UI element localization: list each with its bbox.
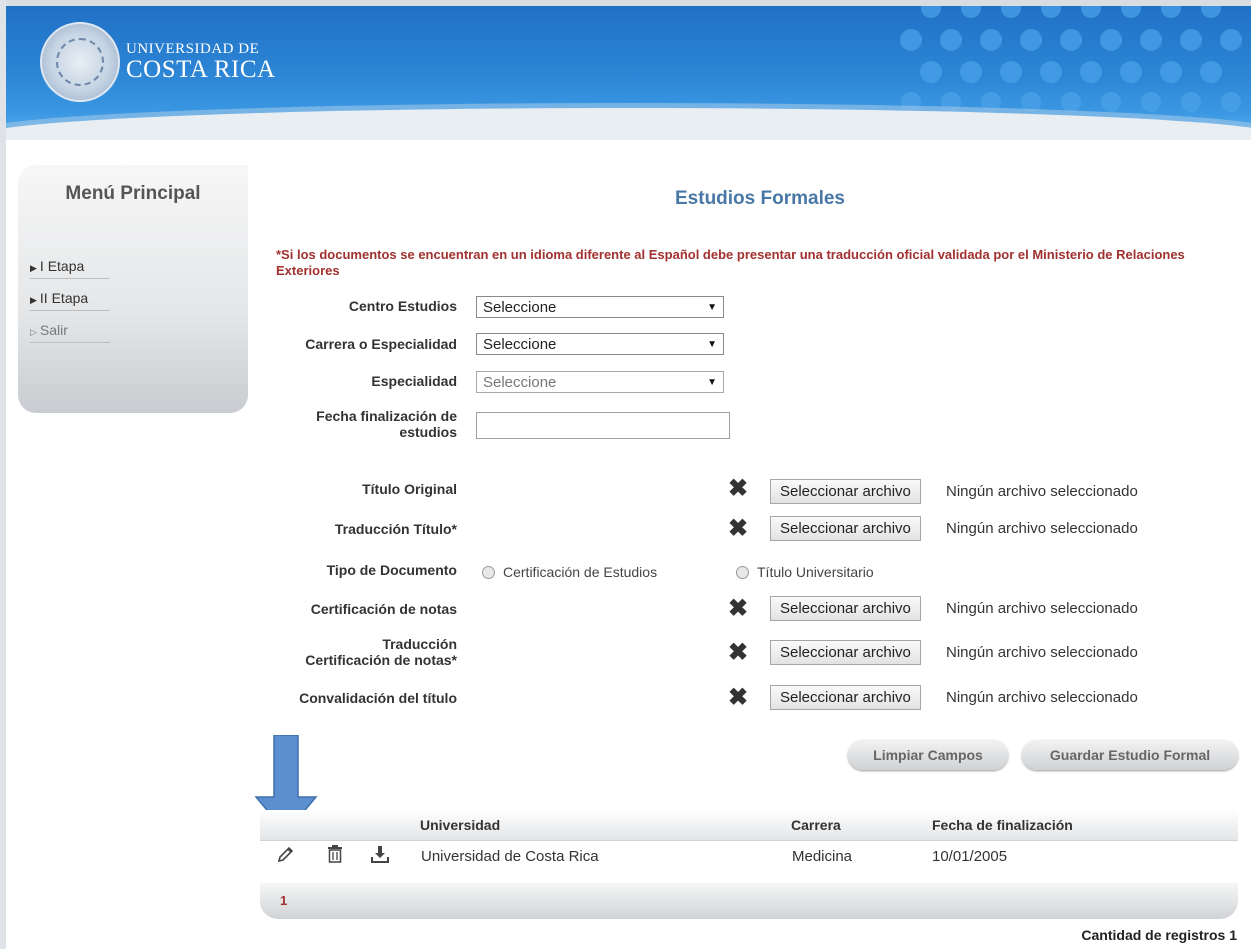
column-carrera: Carrera — [791, 817, 841, 833]
university-seal-icon — [40, 22, 120, 102]
dropdown-arrow-icon: ▼ — [707, 338, 717, 350]
logo-text: UNIVERSIDAD DE COSTA RICA — [126, 41, 276, 83]
top-border — [0, 0, 1251, 6]
select-value: Seleccione — [483, 298, 557, 316]
left-border — [0, 0, 6, 949]
sidebar-item-label: Salir — [39, 322, 68, 338]
limpiar-campos-button[interactable]: Limpiar Campos — [848, 740, 1008, 770]
centro-estudios-label: Centro Estudios — [348, 298, 457, 314]
sidebar-menu: Menú Principal ▶ I Etapa ▶ II Etapa ▷ Salir — [18, 165, 248, 413]
titulo-original-label: Título Original — [362, 481, 457, 497]
select-value: Seleccione — [483, 335, 557, 353]
cert-notas-file-button[interactable]: Seleccionar archivo — [770, 596, 921, 621]
page-header: UNIVERSIDAD DE COSTA RICA — [0, 0, 1251, 140]
edit-pencil-icon[interactable] — [276, 844, 296, 864]
cell-fecha: 10/01/2005 — [932, 848, 1008, 865]
logo-line-1: UNIVERSIDAD DE — [126, 41, 260, 57]
remove-file-icon[interactable]: ✖ — [728, 686, 748, 710]
radio-certificacion-estudios[interactable]: Certificación de Estudios — [482, 564, 657, 580]
logo-line-2: COSTA RICA — [126, 56, 276, 83]
sidebar-title: Menú Principal — [65, 183, 201, 204]
traduccion-titulo-label: Traducción Título* — [334, 521, 457, 537]
convalidacion-file-status: Ningún archivo seleccionado — [946, 689, 1138, 706]
remove-file-icon[interactable]: ✖ — [728, 517, 748, 541]
sidebar-item-i-etapa[interactable]: ▶ I Etapa — [30, 258, 110, 279]
sidebar-item-salir[interactable]: ▷ Salir — [30, 322, 110, 343]
page-number-link[interactable]: 1 — [280, 893, 287, 908]
page-title: Estudios Formales — [675, 188, 845, 209]
column-universidad: Universidad — [420, 817, 501, 833]
trad-cert-line-2: Certificación de notas* — [305, 652, 457, 668]
cert-notas-label: Certificación de notas — [310, 601, 457, 617]
traduccion-titulo-file-button[interactable]: Seleccionar archivo — [770, 516, 921, 541]
table-header: Universidad Carrera Fecha de finalizació… — [260, 810, 1238, 841]
convalidacion-label: Convalidación del título — [299, 690, 457, 706]
delete-trash-icon[interactable] — [326, 844, 344, 864]
centro-estudios-select[interactable]: Seleccione ▼ — [476, 296, 724, 318]
sidebar-item-ii-etapa[interactable]: ▶ II Etapa — [30, 290, 110, 311]
trad-cert-notas-file-button[interactable]: Seleccionar archivo — [770, 640, 921, 665]
tipo-documento-label: Tipo de Documento — [326, 562, 457, 578]
especialidad-label: Especialidad — [371, 373, 457, 389]
fecha-finalizacion-input[interactable] — [476, 412, 730, 439]
titulo-original-file-button[interactable]: Seleccionar archivo — [770, 479, 921, 504]
select-value: Seleccione — [483, 373, 557, 391]
radio-label: Certificación de Estudios — [503, 564, 658, 580]
translation-warning: *Si los documentos se encuentran en un i… — [276, 247, 1185, 278]
carrera-label: Carrera o Especialidad — [305, 336, 457, 352]
radio-circle-icon — [736, 565, 749, 579]
download-icon[interactable] — [370, 844, 390, 864]
trad-cert-notas-label: Traducción Certificación de notas* — [260, 636, 457, 668]
dropdown-arrow-icon: ▼ — [707, 301, 717, 313]
trad-cert-notas-file-status: Ningún archivo seleccionado — [946, 644, 1138, 661]
remove-file-icon[interactable]: ✖ — [728, 641, 748, 665]
guardar-estudio-button[interactable]: Guardar Estudio Formal — [1022, 740, 1238, 770]
sidebar-item-label: I Etapa — [39, 258, 85, 274]
cell-carrera: Medicina — [792, 848, 853, 865]
radio-label: Título Universitario — [757, 564, 874, 580]
fecha-finalizacion-label: Fecha finalización de estudios — [276, 408, 457, 440]
remove-file-icon[interactable]: ✖ — [728, 597, 748, 621]
record-count: Cantidad de registros 1 — [1081, 927, 1237, 943]
fecha-label-line-1: Fecha finalización de — [316, 408, 457, 424]
trad-cert-line-1: Traducción — [382, 636, 457, 652]
triangle-right-icon: ▶ — [30, 295, 37, 305]
carrera-select[interactable]: Seleccione ▼ — [476, 333, 724, 355]
radio-circle-icon — [482, 565, 495, 579]
table-pager: 1 — [260, 883, 1238, 919]
triangle-right-outline-icon: ▷ — [30, 327, 37, 337]
sidebar-item-label: II Etapa — [39, 290, 89, 306]
university-logo[interactable]: UNIVERSIDAD DE COSTA RICA — [40, 22, 276, 102]
especialidad-select[interactable]: Seleccione ▼ — [476, 371, 724, 393]
dropdown-arrow-icon: ▼ — [707, 376, 717, 388]
column-fecha: Fecha de finalización — [932, 817, 1073, 833]
convalidacion-file-button[interactable]: Seleccionar archivo — [770, 685, 921, 710]
remove-file-icon[interactable]: ✖ — [728, 477, 748, 501]
fecha-label-line-2: estudios — [399, 424, 457, 440]
cell-universidad: Universidad de Costa Rica — [421, 848, 599, 865]
titulo-original-file-status: Ningún archivo seleccionado — [946, 483, 1138, 500]
traduccion-titulo-file-status: Ningún archivo seleccionado — [946, 520, 1138, 537]
cert-notas-file-status: Ningún archivo seleccionado — [946, 600, 1138, 617]
radio-titulo-universitario[interactable]: Título Universitario — [736, 564, 874, 580]
triangle-right-icon: ▶ — [30, 263, 37, 273]
